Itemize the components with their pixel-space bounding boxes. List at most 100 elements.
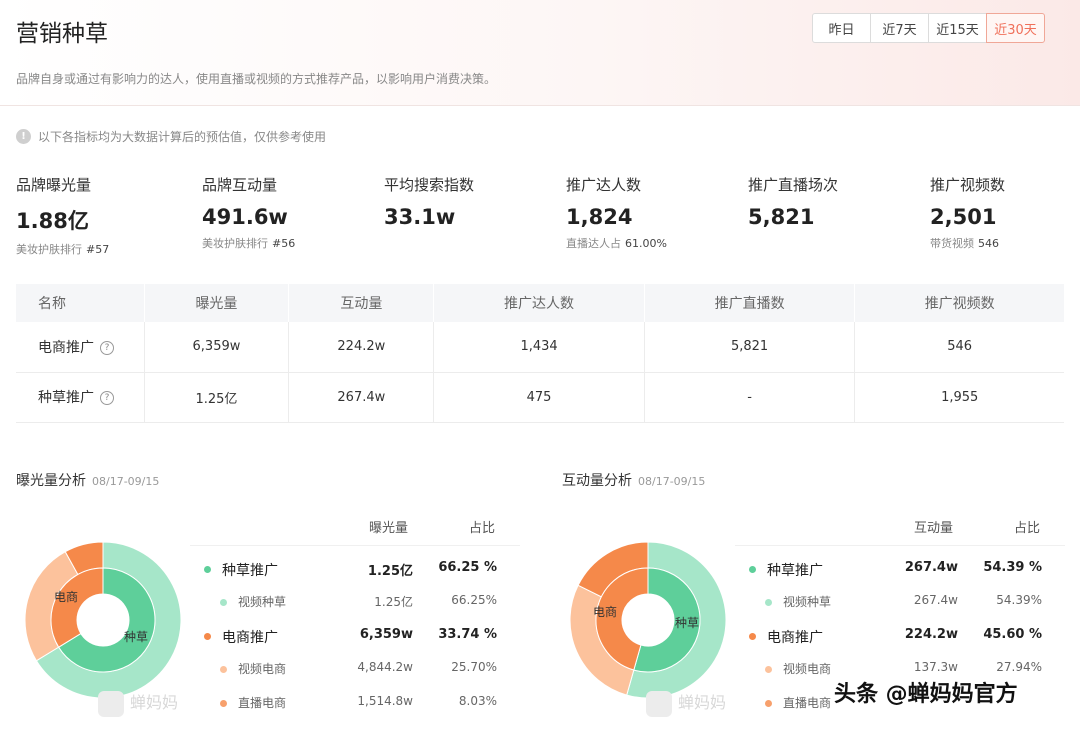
metric-promoter-count: 推广达人数 1,824 直播达人占 61.00% (566, 174, 736, 251)
metric-label: 推广直播场次 (748, 176, 839, 194)
metric-label: 平均搜索指数 (384, 176, 475, 194)
col-header: 推广直播数 (644, 284, 856, 322)
watermark: 蝉妈妈 (646, 689, 726, 717)
row-name-cell: 电商推广? (16, 322, 145, 373)
legend-name: 视频种草 (238, 595, 287, 609)
metric-value: 1.88亿 (16, 209, 89, 233)
legend-row[interactable]: 电商推广 224.2w 45.60 % (735, 627, 1065, 647)
metric-sub-label: 带货视频 (930, 237, 974, 250)
metric-sub-label: 美妆护肤排行 (16, 243, 82, 256)
panel-title-text: 互动量分析 (562, 473, 632, 489)
metric-label: 品牌互动量 (202, 176, 278, 194)
inner-label-ecommerce: 电商 (593, 604, 617, 619)
range-tab-30d[interactable]: 近30天 (986, 13, 1045, 43)
table-cell: 224.2w (288, 322, 435, 373)
legend-name: 种草推广 (767, 563, 823, 579)
exposure-legend: 种草推广 1.25亿 66.25 % 视频种草 1.25亿 66.25% 电商推广 6,359… (190, 545, 520, 725)
metric-sub-label: 直播达人占 (566, 237, 621, 250)
row-name: 电商推广 (38, 339, 94, 356)
metric-sub-value: #57 (86, 243, 110, 256)
metric-value: 5,821 (748, 205, 815, 229)
col-header: 互动量 (288, 284, 435, 322)
legend-pct: 54.39% (996, 593, 1042, 607)
col-header: 推广达人数 (433, 284, 645, 322)
table-cell: 6,359w (144, 322, 290, 373)
page-header: 营销种草 品牌自身或通过有影响力的达人，使用直播或视频的方式推荐产品，以影响用户… (0, 0, 1080, 106)
watermark-logo-icon (98, 690, 124, 717)
notice-text: 以下各指标均为大数据计算后的预估值，仅供参考使用 (38, 130, 327, 144)
metric-sub-value: 546 (978, 237, 999, 250)
range-tab-7d[interactable]: 近7天 (870, 13, 929, 43)
table-cell: 5,821 (644, 322, 856, 373)
metric-value: 33.1w (384, 205, 456, 229)
col-header: 推广视频数 (854, 284, 1064, 322)
legend-dot-icon (749, 633, 756, 640)
legend-row[interactable]: 直播电商 1,514.8w 8.03% (190, 694, 520, 714)
legend-name: 直播电商 (783, 696, 832, 710)
legend-dot-icon (749, 566, 756, 573)
legend-dot-icon (220, 599, 227, 606)
legend-row[interactable]: 电商推广 6,359w 33.74 % (190, 627, 520, 647)
legend-value: 267.4w (904, 560, 958, 575)
metric-sub: 美妆护肤排行 #56 (202, 235, 372, 251)
legend-row[interactable]: 视频种草 267.4w 54.39% (735, 593, 1065, 613)
legend-value: 267.4w (913, 593, 958, 607)
col-head-value: 互动量 (914, 521, 954, 536)
legend-value: 1.25亿 (367, 564, 413, 579)
donut-hole (77, 594, 129, 646)
legend-pct: 45.60 % (983, 627, 1042, 642)
legend-dot-icon (220, 700, 227, 707)
legend-dot-icon (765, 666, 772, 673)
legend-row[interactable]: 种草推广 1.25亿 66.25 % (190, 560, 520, 580)
help-icon[interactable]: ? (100, 391, 114, 405)
table-row: 种草推广? 1.25亿 267.4w 475 - 1,955 (16, 372, 1064, 423)
table-cell: 267.4w (288, 372, 435, 423)
page-subtitle: 品牌自身或通过有影响力的达人，使用直播或视频的方式推荐产品，以影响用户消费决策。 (16, 72, 497, 86)
watermark-logo-icon (646, 690, 672, 717)
legend-name: 电商推广 (767, 630, 823, 646)
metric-sub-value: 61.00% (625, 237, 667, 250)
exposure-panel-title: 曝光量分析 08/17-09/15 (16, 470, 159, 490)
row-name-cell: 种草推广? (16, 372, 145, 423)
metric-sub: 带货视频 546 (930, 235, 1080, 251)
row-name: 种草推广 (38, 390, 94, 406)
legend-dot-icon (765, 700, 772, 707)
legend-name: 电商推广 (222, 630, 278, 646)
legend-pct: 66.25 % (438, 560, 497, 575)
legend-name: 视频电商 (238, 662, 287, 676)
legend-pct: 25.70% (451, 660, 497, 674)
metric-value: 491.6w (202, 205, 288, 229)
legend-dot-icon (204, 633, 211, 640)
watermark-text: 蝉妈妈 (678, 693, 727, 712)
legend-row[interactable]: 视频电商 4,844.2w 25.70% (190, 660, 520, 680)
page-title: 营销种草 (16, 21, 108, 47)
legend-name: 视频电商 (783, 662, 832, 676)
range-tab-15d[interactable]: 近15天 (928, 13, 987, 43)
range-tab-yesterday[interactable]: 昨日 (812, 13, 871, 43)
legend-value: 4,844.2w (357, 660, 413, 674)
legend-dot-icon (204, 566, 211, 573)
table-cell: 546 (854, 322, 1064, 373)
legend-row[interactable]: 种草推广 267.4w 54.39 % (735, 560, 1065, 580)
col-header: 曝光量 (144, 284, 290, 322)
metric-live-sessions: 推广直播场次 5,821 (748, 174, 918, 229)
inner-label-ecommerce: 电商 (54, 589, 78, 604)
metric-sub-value: #56 (272, 237, 296, 250)
watermark: 蝉妈妈 (98, 689, 178, 717)
info-icon: ! (16, 129, 31, 144)
interaction-donut-chart: 电商 种草 (569, 541, 727, 699)
table-header-row: 名称 曝光量 互动量 推广达人数 推广直播数 推广视频数 (16, 284, 1064, 322)
legend-value: 224.2w (904, 627, 958, 642)
inner-label-seeding: 种草 (675, 616, 699, 630)
legend-pct: 8.03% (458, 694, 497, 708)
legend-row[interactable]: 视频种草 1.25亿 66.25% (190, 593, 520, 613)
table-cell: 1,955 (854, 372, 1064, 423)
watermark-text: 蝉妈妈 (130, 693, 179, 712)
help-icon[interactable]: ? (100, 340, 114, 355)
legend-pct: 33.74 % (438, 627, 497, 642)
metric-value: 1,824 (566, 205, 633, 229)
col-header: 名称 (16, 284, 145, 322)
legend-pct: 27.94% (996, 660, 1042, 674)
table-cell: 1,434 (433, 322, 645, 373)
metric-avg-search-index: 平均搜索指数 33.1w (384, 174, 554, 229)
